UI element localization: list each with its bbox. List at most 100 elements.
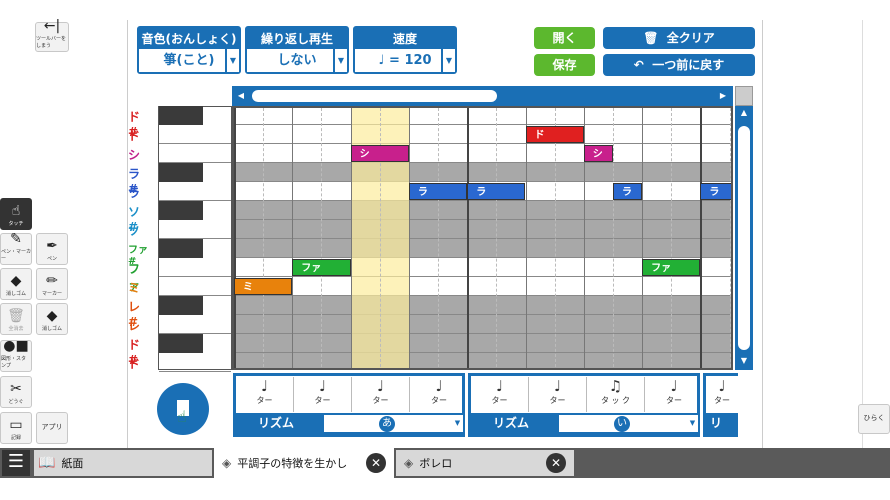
rhythm-cell[interactable]: ♩ ター	[294, 377, 352, 412]
repeat-select[interactable]: 繰り返し再生 しない ▼	[245, 26, 349, 74]
scroll-down-icon[interactable]: ▼	[735, 356, 753, 368]
menu-button[interactable]: ☰	[2, 450, 30, 476]
note-block[interactable]: ラ	[467, 183, 526, 200]
hide-toolbar-button[interactable]: ←| ツールバーをしまう	[35, 19, 69, 52]
beat-line	[525, 108, 527, 368]
rhythm-syllable: ター	[314, 396, 331, 405]
piano-white-key[interactable]	[159, 125, 231, 144]
note-block[interactable]: ファ	[642, 259, 701, 276]
rhythm-cell[interactable]: ♩ ター	[236, 377, 294, 412]
piano-white-key[interactable]	[159, 258, 231, 277]
beat-line	[408, 108, 410, 368]
grid-row[interactable]	[234, 144, 731, 163]
piano-white-key[interactable]	[159, 182, 231, 201]
touch-tool-button[interactable]: ☝ タッチ	[0, 198, 32, 230]
close-icon[interactable]: ✕	[366, 453, 386, 473]
piano-white-key[interactable]	[159, 315, 231, 334]
tone-select[interactable]: 音色(おんしょく) 箏(こと) ▼	[137, 26, 241, 74]
undo-button[interactable]: ↶ 一つ前に戻す	[603, 54, 755, 76]
horizontal-scrollbar[interactable]: ◀ ▶	[232, 86, 733, 106]
rhythm-select-next[interactable]: リ	[706, 413, 738, 434]
rhythm-cell[interactable]: ♩ ター	[529, 377, 587, 412]
rhythm-cell[interactable]: ♩ ター	[410, 377, 468, 412]
piano-black-key[interactable]	[159, 106, 203, 125]
scroll-left-icon[interactable]: ◀	[234, 86, 248, 106]
close-icon[interactable]: ✕	[546, 453, 566, 473]
piano-white-key[interactable]	[159, 277, 231, 296]
note-block[interactable]: ファ	[292, 259, 351, 276]
play-button[interactable]: ☝	[157, 383, 209, 435]
rhythm-cell[interactable]: ♩ ター	[471, 377, 529, 412]
tab-paper[interactable]: 📖 紙面	[34, 450, 212, 476]
dropdown-arrow-icon[interactable]: ▼	[333, 49, 347, 72]
tab-bolero[interactable]: ◈ ボレロ ✕	[396, 450, 574, 476]
piano-keyboard[interactable]	[158, 106, 232, 372]
grid-row[interactable]	[234, 125, 731, 144]
rhythm-cell[interactable]: ♩ ター	[645, 377, 703, 412]
piano-white-key[interactable]	[159, 144, 231, 163]
note-block[interactable]: ミ	[234, 278, 293, 295]
note-block[interactable]: ラ	[700, 183, 731, 200]
open-button[interactable]: 開く	[534, 27, 595, 49]
pen-button[interactable]: ✒ ペン	[36, 233, 68, 265]
grid-row[interactable]	[234, 353, 731, 368]
piano-black-key[interactable]	[159, 163, 203, 182]
eraser-tool-button[interactable]: ◆ 消しゴム	[0, 268, 32, 300]
grid-row[interactable]	[234, 163, 731, 182]
dropdown-arrow-icon[interactable]: ▼	[687, 415, 698, 432]
rhythm-select-a[interactable]: リズム あ ▼	[236, 413, 465, 434]
grid-row[interactable]	[234, 277, 731, 296]
scroll-thumb[interactable]	[738, 126, 750, 350]
dropdown-arrow-icon[interactable]: ▼	[452, 415, 463, 432]
note-block[interactable]: ラ	[408, 183, 468, 200]
pen-marker-tool-button[interactable]: ✎ ペン・マーカー	[0, 232, 32, 265]
rhythm-cell[interactable]: ♩ ター	[706, 377, 738, 412]
grid-row[interactable]	[234, 296, 731, 315]
rhythm-select-i[interactable]: リズム い ▼	[471, 413, 700, 434]
vertical-scrollbar[interactable]: ▲ ▼	[735, 106, 753, 370]
eraser-button[interactable]: ◆ 消しゴム	[36, 303, 68, 335]
half-beat-line	[671, 108, 673, 368]
piano-white-key[interactable]	[159, 220, 231, 239]
clear-all-button[interactable]: 🗑 全クリア	[603, 27, 755, 49]
grid-row[interactable]	[234, 201, 731, 220]
piano-black-key[interactable]	[159, 296, 203, 315]
dropdown-arrow-icon[interactable]: ▼	[441, 49, 455, 72]
undo-arrow-icon: ↶	[633, 58, 644, 72]
record-button[interactable]: ▭ 記録	[0, 412, 32, 444]
note-grid[interactable]: ミファシララドシラファラ	[232, 106, 733, 370]
half-beat-line	[612, 108, 614, 368]
tab-active[interactable]: ◈ 平調子の特徴を生かし ✕	[214, 448, 394, 478]
note-block[interactable]: ド	[525, 126, 584, 143]
piano-black-key[interactable]	[159, 239, 203, 258]
tempo-select[interactable]: 速度 ♩ = 120 ▼	[353, 26, 457, 74]
tools-button[interactable]: ✂ どうぐ	[0, 376, 32, 408]
grid-row[interactable]	[234, 334, 731, 353]
shapes-icon: ●■	[3, 338, 29, 354]
piano-black-key[interactable]	[159, 334, 203, 353]
quarter-note-icon: ♩	[553, 377, 562, 395]
save-button[interactable]: 保存	[534, 54, 595, 76]
piano-white-key[interactable]	[159, 353, 231, 372]
grid-row[interactable]	[234, 239, 731, 258]
pitch-label: レ	[128, 319, 141, 333]
grid-row[interactable]	[234, 220, 731, 239]
note-block[interactable]: ラ	[612, 183, 643, 200]
marker-button[interactable]: ✏ マーカー	[36, 268, 68, 300]
shape-stamp-tool-button[interactable]: ●■ 図形・スタンプ	[0, 338, 32, 372]
piano-black-key[interactable]	[159, 201, 203, 220]
scroll-thumb[interactable]	[252, 90, 497, 102]
clear-all-tool-button[interactable]: 🗑 全消去	[0, 303, 32, 335]
grid-row[interactable]	[234, 315, 731, 334]
rhythm-cell[interactable]: ♫ タ ッ ク	[587, 377, 645, 412]
rhythm-cell[interactable]: ♩ ター	[352, 377, 410, 412]
apps-button[interactable]: アプリ	[36, 412, 68, 444]
grid-row[interactable]	[234, 108, 731, 125]
toolbox-icon: ✂	[10, 381, 22, 397]
scroll-up-icon[interactable]: ▲	[735, 108, 753, 120]
dropdown-arrow-icon[interactable]: ▼	[225, 49, 239, 72]
note-block[interactable]: シ	[350, 145, 409, 162]
note-block[interactable]: シ	[583, 145, 613, 162]
scroll-right-icon[interactable]: ▶	[716, 86, 730, 106]
open-panel-button[interactable]: ひらく	[858, 404, 890, 434]
